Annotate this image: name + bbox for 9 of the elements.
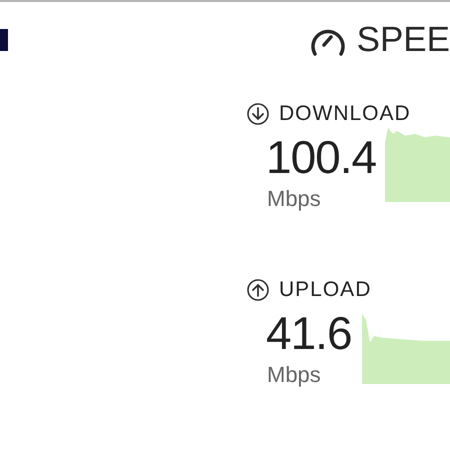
speed-value: 100.4 xyxy=(266,130,376,184)
metric-label: UPLOAD xyxy=(279,278,372,302)
app-title: SPEE xyxy=(356,20,450,60)
speed-value: 41.6 xyxy=(266,306,352,360)
down-arrow-circle-icon xyxy=(246,102,270,126)
speed-unit: Mbps xyxy=(267,186,321,212)
metric-label: DOWNLOAD xyxy=(279,102,411,126)
speed-unit: Mbps xyxy=(267,362,321,388)
up-arrow-circle-icon xyxy=(246,278,270,302)
